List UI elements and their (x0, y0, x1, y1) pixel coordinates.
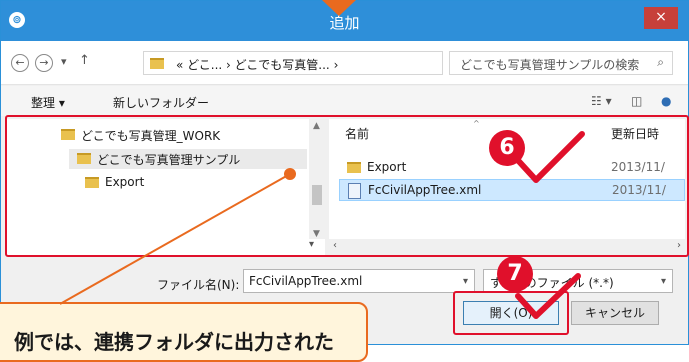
callout-pointer (59, 168, 296, 305)
